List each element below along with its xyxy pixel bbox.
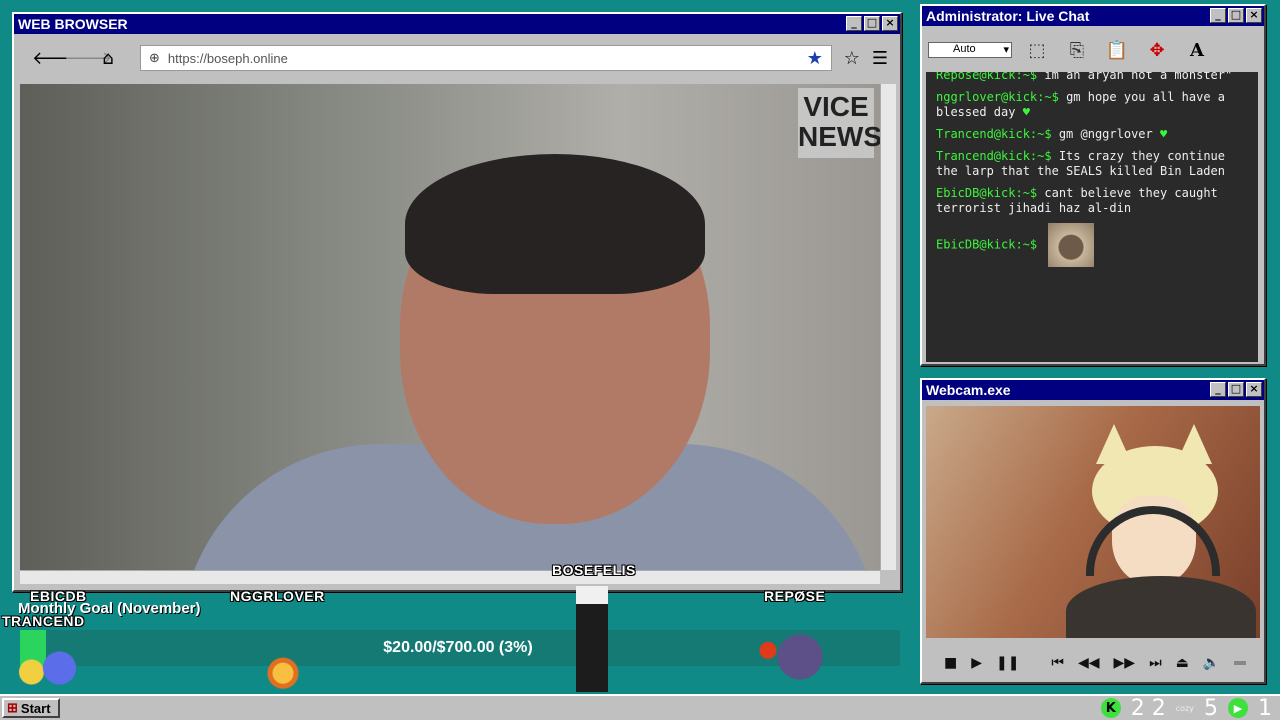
chat-message: Trancend@kick:~$ Its crazy they continue… [936, 149, 1248, 179]
tray-count: 2 2 [1130, 695, 1166, 720]
tray-count: 1 [1258, 695, 1272, 720]
chat-username: EbicDB@kick:~$ [936, 186, 1038, 200]
webcam-feed [926, 406, 1260, 638]
paste-icon[interactable]: 📋 [1102, 36, 1132, 64]
chat-text: im an aryan not a monster" [1044, 72, 1233, 82]
back-arrow-icon[interactable]: 🡐 [32, 48, 80, 69]
favorites-icon[interactable]: ☆ [840, 48, 864, 69]
windows-logo-icon: ⊞ [7, 700, 18, 715]
webcam-titlebar[interactable]: Webcam.exe _ □ × [922, 380, 1264, 400]
eject-icon[interactable]: ⏏ [1176, 655, 1189, 671]
chat-username: Trancend@kick:~$ [936, 127, 1052, 141]
horizontal-scrollbar[interactable] [20, 570, 880, 584]
viewer-sprite [576, 586, 608, 692]
webcam-title: Webcam.exe [926, 382, 1011, 398]
viewer-sprite [756, 624, 836, 690]
address-bar[interactable]: ⊕ https://boseph.online ★ [140, 45, 832, 71]
maximize-button[interactable]: □ [864, 16, 880, 31]
chat-message: Repose@kick:~$ im an aryan not a monster… [936, 72, 1248, 83]
select-icon[interactable]: ⬚ [1022, 36, 1052, 64]
webcam-window: Webcam.exe _ □ × ■ ▶ ❚❚ ⏮ ◀◀ ▶▶ ⏭ ⏏ 🔈 [920, 378, 1266, 684]
chat-username: nggrlover@kick:~$ [936, 90, 1059, 104]
volume-slider[interactable] [1234, 661, 1246, 665]
pause-icon[interactable]: ❚❚ [996, 655, 1019, 671]
chat-username: Repose@kick:~$ [936, 72, 1038, 82]
heart-icon: ♥ [1022, 105, 1030, 119]
bookmark-star-icon[interactable]: ★ [807, 48, 823, 69]
chat-message: EbicDB@kick:~$ cant believe they caught … [936, 186, 1248, 216]
menu-icon[interactable]: ☰ [872, 48, 888, 69]
close-button[interactable]: × [1246, 382, 1262, 397]
skip-back-icon[interactable]: ⏮ [1051, 655, 1064, 671]
font-size-select[interactable]: Auto [928, 42, 1012, 58]
viewer-sprite [14, 650, 84, 690]
viewer-name: EBICDB [30, 588, 87, 604]
start-button[interactable]: ⊞ Start [2, 698, 60, 718]
close-button[interactable]: × [1246, 8, 1262, 23]
viewer-name: BOSEFELIS [552, 562, 636, 578]
minimize-button[interactable]: _ [1210, 8, 1226, 23]
vertical-scrollbar[interactable] [880, 84, 896, 570]
font-icon[interactable]: A [1182, 36, 1212, 64]
browser-window: WEB BROWSER _ □ × 🡐 🡒 ⌂ ⊕ https://boseph… [12, 12, 902, 592]
copy-icon[interactable]: ⎘ [1062, 36, 1092, 64]
play-icon[interactable]: ▶ [971, 655, 982, 671]
vice-news-watermark: VICE NEWS [798, 88, 880, 158]
chat-image-emote [1048, 223, 1095, 267]
chat-username: Trancend@kick:~$ [936, 149, 1052, 163]
chat-message: EbicDB@kick:~$ [936, 223, 1248, 267]
taskbar: ⊞ Start K 2 2 cozy 5 ▶ 1 [0, 694, 1280, 720]
minimize-button[interactable]: _ [1210, 382, 1226, 397]
move-icon[interactable]: ✥ [1142, 36, 1172, 64]
browser-titlebar[interactable]: WEB BROWSER _ □ × [14, 14, 900, 34]
heart-icon: ♥ [1159, 127, 1168, 141]
maximize-button[interactable]: □ [1228, 382, 1244, 397]
rewind-icon[interactable]: ◀◀ [1078, 655, 1100, 671]
maximize-button[interactable]: □ [1228, 8, 1244, 23]
viewer-sprite [266, 648, 300, 690]
volume-icon[interactable]: 🔈 [1203, 655, 1220, 671]
chat-window: Administrator: Live Chat _ □ × Auto ⬚ ⎘ … [920, 4, 1266, 366]
start-label: Start [20, 700, 51, 716]
tray-count: 5 [1204, 695, 1218, 720]
cozy-label: cozy [1175, 703, 1194, 713]
video-subject-hair [405, 154, 705, 294]
browser-title: WEB BROWSER [18, 16, 128, 32]
chat-message: Trancend@kick:~$ gm @nggrlover ♥ [936, 127, 1248, 142]
video-player[interactable]: VICE NEWS [20, 84, 880, 570]
chat-log[interactable]: Repose@kick:~$ im an aryan not a monster… [926, 72, 1258, 362]
chat-titlebar[interactable]: Administrator: Live Chat _ □ × [922, 6, 1264, 26]
close-button[interactable]: × [882, 16, 898, 31]
chat-toolbar: Auto ⬚ ⎘ 📋 ✥ A [924, 30, 1262, 70]
url-text: https://boseph.online [167, 50, 288, 66]
viewer-name: NGGRLOVER [230, 588, 325, 604]
skip-forward-icon[interactable]: ⏭ [1149, 655, 1162, 671]
kick-logo-icon: K [1100, 698, 1121, 718]
chat-message: nggrlover@kick:~$ gm hope you all have a… [936, 90, 1248, 120]
avatar-body [1066, 576, 1256, 638]
home-icon[interactable]: ⌂ [96, 48, 120, 69]
media-controls: ■ ▶ ❚❚ ⏮ ◀◀ ▶▶ ⏭ ⏏ 🔈 [926, 648, 1260, 678]
fast-forward-icon[interactable]: ▶▶ [1114, 655, 1136, 671]
stop-icon[interactable]: ■ [944, 655, 957, 671]
chat-username: EbicDB@kick:~$ [936, 237, 1038, 252]
play-circle-icon: ▶ [1228, 698, 1248, 718]
chat-title: Administrator: Live Chat [926, 8, 1090, 24]
system-tray: K 2 2 cozy 5 ▶ 1 [1100, 695, 1272, 720]
chat-text: gm @nggrlover [1058, 127, 1153, 141]
minimize-button[interactable]: _ [846, 16, 862, 31]
globe-icon: ⊕ [149, 50, 160, 66]
forward-arrow-icon[interactable]: 🡒 [64, 48, 112, 69]
viewer-name: REPØSE [764, 588, 826, 604]
viewer-name: TRANCEND [2, 613, 85, 629]
browser-toolbar: 🡐 🡒 ⌂ ⊕ https://boseph.online ★ ☆ ☰ [18, 38, 896, 78]
